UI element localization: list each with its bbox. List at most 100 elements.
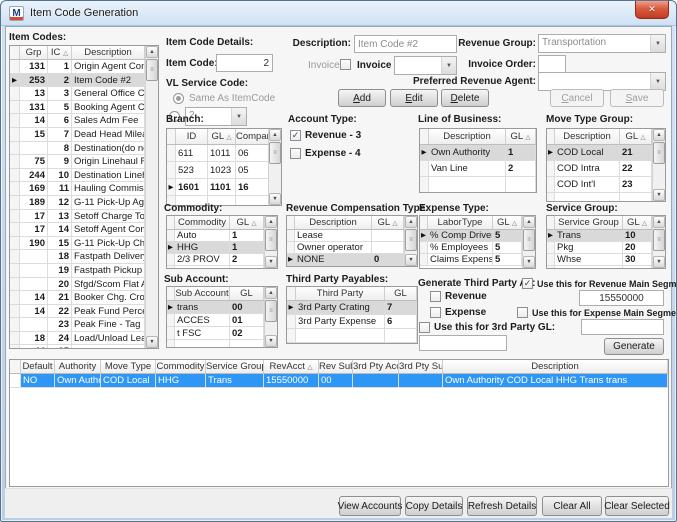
service-group-grid[interactable]: Service GroupGL △▶Trans10Pkg20Whse30▲≡▼ (546, 215, 666, 269)
table-row[interactable]: Owner operator (287, 242, 417, 254)
table-row[interactable]: COD Intra22 (547, 161, 665, 177)
table-row[interactable]: 8Destination(do no (10, 142, 158, 156)
table-row[interactable]: 523102305 (167, 162, 281, 179)
chevron-down-icon[interactable]: ▼ (231, 108, 246, 125)
scrollbar-thumb[interactable]: ≡ (146, 59, 158, 81)
table-row[interactable] (167, 340, 277, 348)
chevron-down-icon[interactable]: ▼ (650, 73, 665, 90)
table-row[interactable]: 133General Office Co (10, 87, 158, 101)
table-row[interactable]: ACCES01 (167, 314, 277, 327)
table-row[interactable]: 3rd Party Expense6 (287, 315, 417, 329)
vertical-scrollbar[interactable]: ▲≡ ▼ (145, 46, 158, 348)
delete-button[interactable]: Delete (441, 89, 489, 107)
table-row[interactable]: Whse30 (547, 254, 665, 266)
scroll-up-icon[interactable]: ▲ (653, 129, 665, 141)
table-row[interactable]: ▶2532Item Code #2 (10, 74, 158, 88)
titlebar[interactable]: M Item Code Generation ✕ (1, 1, 676, 26)
table-row[interactable] (420, 177, 536, 193)
use-expense-main-checkbox[interactable]: ✓ Use this for Expense Main Segment: (517, 307, 677, 319)
table-row[interactable]: 146Sales Adm Fee (10, 114, 158, 128)
scroll-down-icon[interactable]: ▼ (265, 256, 277, 268)
table-row[interactable]: Claims Expense5 (420, 254, 535, 266)
add-button[interactable]: Add (338, 89, 386, 107)
scroll-down-icon[interactable]: ▼ (405, 254, 417, 266)
refresh-details-button[interactable]: Refresh Details (467, 496, 537, 516)
scrollbar-thumb[interactable]: ≡ (269, 142, 281, 164)
table-row[interactable]: 1714Setoff Agent Com (10, 223, 158, 237)
table-header[interactable]: Third PartyGL (287, 287, 417, 301)
scrollbar-thumb[interactable]: ≡ (653, 229, 665, 251)
invoice-order-input[interactable] (538, 55, 566, 73)
table-row[interactable] (287, 329, 417, 343)
scroll-up-icon[interactable]: ▲ (265, 216, 277, 228)
results-grid[interactable]: DefaultAuthorityMove TypeCommodityServic… (9, 359, 669, 487)
table-row[interactable]: 2/3 PROV2 (167, 254, 277, 266)
cancel-button[interactable]: Cancel (550, 89, 604, 107)
scroll-up-icon[interactable]: ▲ (523, 216, 535, 228)
scrollbar-thumb[interactable]: ≡ (265, 229, 277, 251)
vertical-scrollbar[interactable]: ▲≡▼ (268, 129, 281, 205)
table-row[interactable]: t FSC02 (167, 327, 277, 340)
table-row[interactable]: 20Sfgd/Scom Flat A (10, 278, 158, 292)
third-party-grid[interactable]: Third PartyGL▶3rd Party Crating73rd Part… (286, 286, 418, 344)
close-button[interactable]: ✕ (635, 1, 669, 19)
item-code-input[interactable] (216, 54, 273, 72)
revenue-main-segment-input[interactable] (579, 290, 664, 306)
chevron-down-icon[interactable]: ▼ (650, 35, 665, 52)
table-row[interactable]: Auto1 (167, 230, 277, 242)
clear-selected-button[interactable]: Clear Selected (605, 496, 669, 516)
table-row[interactable] (547, 193, 665, 202)
scrollbar-thumb[interactable]: ≡ (265, 300, 277, 322)
table-row[interactable]: 1311Origin Agent Com (10, 60, 158, 74)
table-row[interactable]: 19Fastpath Pickup I (10, 264, 158, 278)
table-row[interactable]: ▶1601110116 (167, 179, 281, 196)
table-row[interactable]: 1315Booking Agent Co (10, 101, 158, 115)
table-header[interactable]: Service GroupGL △ (547, 216, 665, 230)
scroll-down-icon[interactable]: ▼ (653, 189, 665, 201)
table-row[interactable]: Van Line2 (420, 161, 536, 177)
scroll-up-icon[interactable]: ▲ (653, 216, 665, 228)
table-row[interactable]: ▶Own Authority1 (420, 145, 536, 161)
expense-4-checkbox[interactable]: ✓ Expense - 4 (290, 148, 361, 159)
generate-revenue-checkbox[interactable]: ✓ Revenue (430, 291, 487, 302)
table-row[interactable]: 23Peak Fine - Tag (10, 318, 158, 332)
table-row[interactable] (547, 266, 665, 269)
scroll-up-icon[interactable]: ▲ (146, 46, 158, 58)
copy-details-button[interactable]: Copy Details (405, 496, 463, 516)
table-row[interactable]: ▶COD Local21 (547, 145, 665, 161)
table-row[interactable]: 19015G-11 Pick-Up Ch (10, 237, 158, 251)
table-row[interactable]: 157Dead Head Milea (10, 128, 158, 142)
scroll-down-icon[interactable]: ▼ (653, 256, 665, 268)
table-row[interactable]: Lease (287, 230, 417, 242)
expense-main-segment-input[interactable] (581, 319, 664, 335)
table-row[interactable]: 1824Load/Unload Lea (10, 332, 158, 346)
table-header[interactable]: DescriptionGL △ (420, 129, 536, 145)
revenue-group-combo[interactable]: Transportation ▼ (538, 34, 666, 53)
table-row[interactable]: 18912G-11 Pick-Up Age (10, 196, 158, 210)
scroll-up-icon[interactable]: ▲ (265, 287, 277, 299)
vertical-scrollbar[interactable]: ▲≡▼ (522, 216, 535, 268)
scroll-down-icon[interactable]: ▼ (265, 335, 277, 347)
table-header[interactable]: LaborTypeGL △ (420, 216, 535, 230)
table-header[interactable]: CommodityGL △ (167, 216, 277, 230)
expense-type-grid[interactable]: LaborTypeGL △▶% Comp Driver5% Employees5… (419, 215, 536, 269)
generate-expense-checkbox[interactable]: ✓ Expense (430, 307, 486, 318)
table-row[interactable]: Pkg20 (547, 242, 665, 254)
table-row[interactable]: 1422Peak Fund Perce (10, 305, 158, 319)
scroll-down-icon[interactable]: ▼ (523, 256, 535, 268)
vertical-scrollbar[interactable]: ▲≡ ▼ (264, 216, 277, 268)
table-header[interactable]: DescriptionGL △ (287, 216, 417, 230)
table-row[interactable] (167, 266, 277, 269)
table-row[interactable]: 1421Booker Chg. Cros (10, 291, 158, 305)
third-party-gl-input[interactable] (419, 335, 507, 351)
clear-all-button[interactable]: Clear All (542, 496, 602, 516)
sub-account-grid[interactable]: Sub AccountGL▶trans00ACCES01t FSC02▲≡▼ (166, 286, 278, 348)
invoice-checkbox[interactable]: ✓ (340, 59, 351, 70)
scroll-down-icon[interactable]: ▼ (146, 336, 158, 348)
save-button[interactable]: Save (610, 89, 664, 107)
table-row[interactable]: ▶trans00 (167, 301, 277, 314)
table-row[interactable]: 611101106 (167, 145, 281, 162)
table-row[interactable]: NOOwn AuthoriCOD LocalHHGTrans1555000000… (10, 374, 668, 388)
table-row[interactable]: 24410Destination Lineh (10, 169, 158, 183)
vertical-scrollbar[interactable]: ▲≡ ▼ (264, 287, 277, 347)
